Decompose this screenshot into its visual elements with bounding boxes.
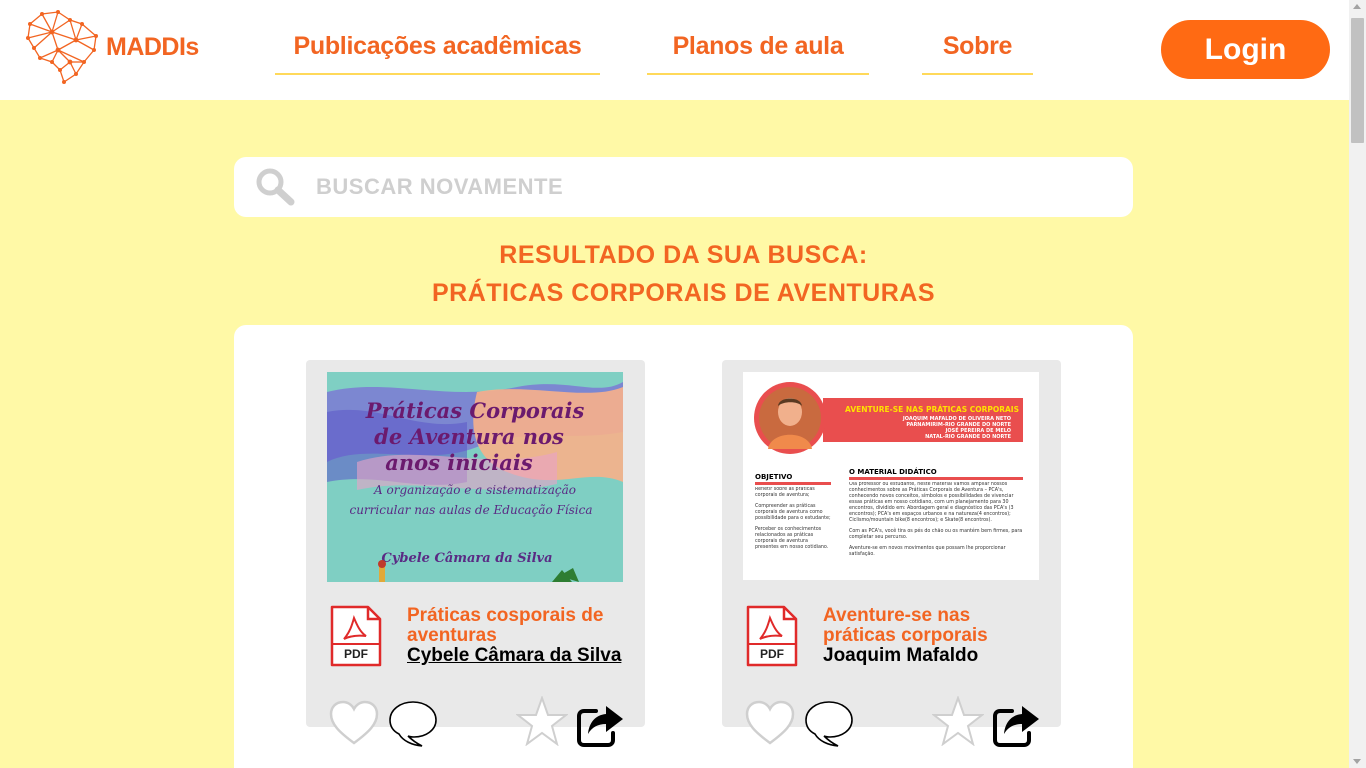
star-icon[interactable]	[516, 696, 568, 746]
scroll-down-arrow-icon[interactable]	[1353, 759, 1361, 764]
cover-subtitle-line2: curricular nas aulas de Educação Física	[349, 503, 592, 517]
cover-objective-1: Refletir sobre as práticas corporais de …	[755, 487, 815, 498]
nav-link-lesson-plans[interactable]: Planos de aula	[647, 30, 869, 75]
scroll-up-arrow-icon[interactable]	[1353, 4, 1361, 9]
comment-icon[interactable]	[804, 700, 854, 748]
cover-artwork: AVENTURE-SE NAS PRÁTICAS CORPORAIS JOAQU…	[743, 372, 1039, 580]
nav-link-publications[interactable]: Publicações acadêmicas	[275, 30, 600, 75]
document-cover-thumbnail[interactable]: AVENTURE-SE NAS PRÁTICAS CORPORAIS JOAQU…	[743, 372, 1039, 580]
brand-name[interactable]: MADDIs	[106, 33, 199, 62]
file-type-label: PDF	[760, 647, 784, 661]
cover-objective-heading: OBJETIVO	[755, 473, 792, 481]
card-author-link[interactable]: Cybele Câmara da Silva	[407, 646, 637, 666]
cover-banner-title: AVENTURE-SE NAS PRÁTICAS CORPORAIS	[845, 405, 1019, 414]
cover-author: Cybele Câmara da Silva	[381, 551, 552, 566]
card-title[interactable]: Práticas cosporais de aventuras	[407, 606, 632, 646]
heart-icon[interactable]	[745, 700, 795, 746]
cover-subtitle-line1: A organização e a sistematização	[373, 483, 576, 497]
cover-objective-text-block: Refletir sobre as práticas corporais de …	[755, 487, 831, 550]
result-card[interactable]: Práticas Corporais de Aventura nos anos …	[306, 360, 645, 747]
cover-material-p2: Com as PCA's, você tira os pés do chão o…	[849, 529, 1023, 540]
search-bar	[234, 157, 1133, 217]
document-cover-thumbnail[interactable]: Práticas Corporais de Aventura nos anos …	[327, 372, 623, 582]
results-search-term: PRÁTICAS CORPORAIS DE AVENTURAS	[431, 279, 936, 307]
file-type-label: PDF	[344, 647, 368, 661]
nav-link-about[interactable]: Sobre	[922, 30, 1033, 75]
cover-artwork: Práticas Corporais de Aventura nos anos …	[327, 372, 623, 582]
share-icon[interactable]	[576, 703, 626, 748]
top-navbar: MADDIs Publicações acadêmicas Planos de …	[0, 0, 1349, 100]
cover-material-p3: Aventure-se em novos movimentos que poss…	[849, 546, 1006, 557]
card-title[interactable]: Aventure-se nas práticas corporais	[823, 606, 1048, 646]
result-card[interactable]: AVENTURE-SE NAS PRÁTICAS CORPORAIS JOAQU…	[722, 360, 1061, 747]
search-icon[interactable]	[254, 167, 298, 207]
share-icon[interactable]	[992, 703, 1042, 748]
comment-icon[interactable]	[388, 700, 438, 748]
search-input[interactable]	[316, 167, 1106, 207]
cover-material-heading: O MATERIAL DIDÁTICO	[849, 467, 937, 476]
heart-icon[interactable]	[329, 700, 379, 746]
results-heading: RESULTADO DA SUA BUSCA: PRÁTICAS CORPORA…	[234, 236, 1133, 312]
cover-title-line3: anos iniciais	[385, 450, 533, 475]
login-button[interactable]: Login	[1161, 20, 1330, 79]
star-icon[interactable]	[932, 696, 984, 746]
cover-title-line2: de Aventura nos	[374, 424, 564, 449]
card-author[interactable]: Joaquim Mafaldo	[823, 646, 1053, 666]
cover-banner-line3: JOSÉ PEREIRA DE MELO	[945, 426, 1012, 434]
cover-material-text-block: Olá professor ou estudante, neste materi…	[849, 482, 1023, 557]
page-scrollbar[interactable]	[1349, 0, 1366, 768]
cover-objective-3: Perceber os conhecimentos relacionados a…	[755, 527, 829, 550]
cover-title-line1: Práticas Corporais	[365, 398, 585, 423]
cover-objective-2: Compreender as práticas corporais de ave…	[755, 504, 831, 521]
cover-material-p1: Olá professor ou estudante, neste materi…	[849, 482, 1014, 523]
brazil-network-logo-icon[interactable]	[24, 10, 102, 84]
cover-banner-line4: NATAL-RIO GRANDE DO NORTE	[925, 434, 1011, 440]
scrollbar-thumb[interactable]	[1351, 18, 1364, 143]
results-heading-line1: RESULTADO DA SUA BUSCA:	[499, 241, 868, 269]
